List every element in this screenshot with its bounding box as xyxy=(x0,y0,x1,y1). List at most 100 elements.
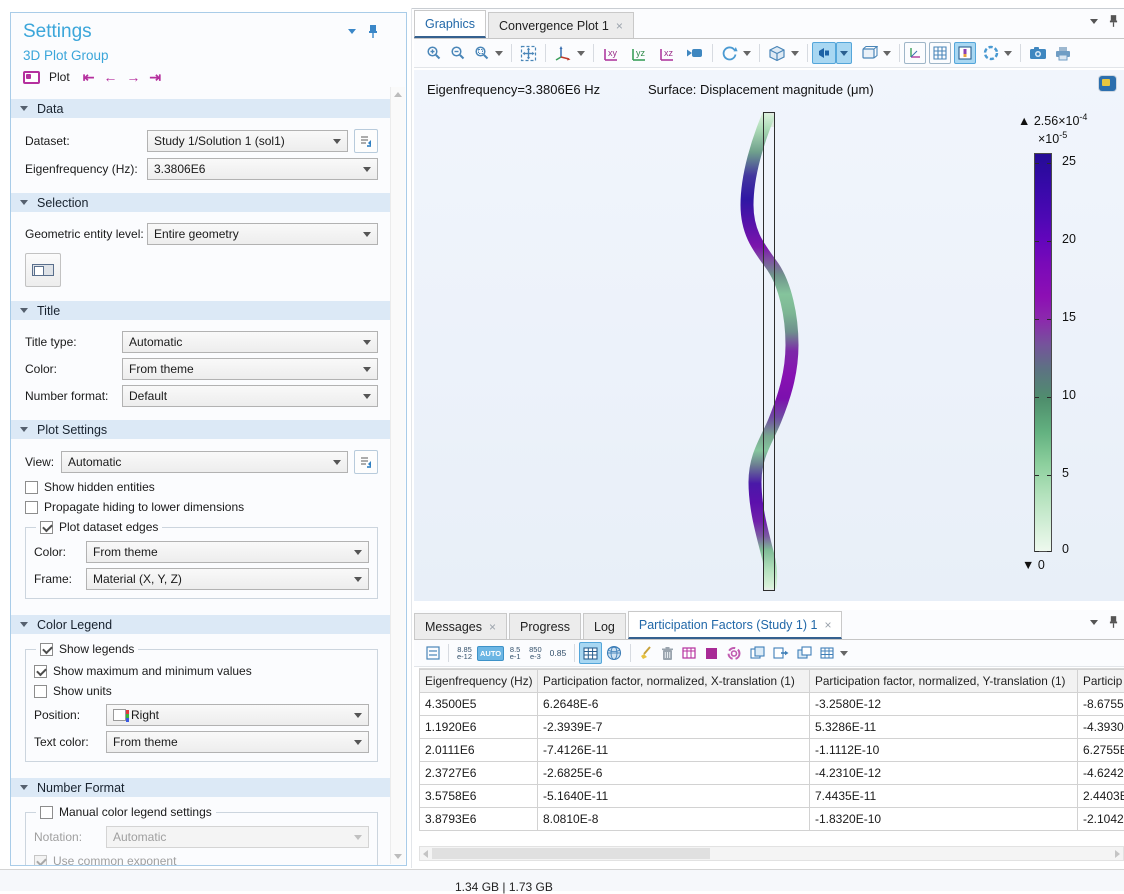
scroll-right-icon[interactable] xyxy=(1115,850,1120,858)
propagate-hiding-checkbox[interactable] xyxy=(25,501,38,514)
duplicate-table-button[interactable] xyxy=(793,642,816,664)
participation-table[interactable]: Eigenfrequency (Hz) Participation factor… xyxy=(419,669,1124,831)
close-icon[interactable]: × xyxy=(616,19,623,33)
view-combobox[interactable]: Automatic xyxy=(61,451,348,473)
previous-eigenfrequency-button[interactable]: ← xyxy=(103,70,117,84)
tab-graphics[interactable]: Graphics xyxy=(414,10,486,38)
full-precision-button[interactable] xyxy=(422,642,444,664)
table-horizontal-scrollbar[interactable] xyxy=(419,846,1124,861)
scroll-down-icon[interactable] xyxy=(394,854,402,859)
title-color-combobox[interactable]: From theme xyxy=(122,358,378,380)
plot-canvas[interactable]: Eigenfrequency=3.3806E6 Hz Surface: Disp… xyxy=(414,70,1124,601)
full-precision-sphere-button[interactable] xyxy=(602,642,626,664)
scientific-notation-button[interactable]: 8.85e-12 xyxy=(453,642,476,664)
col-header-eigenfrequency[interactable]: Eigenfrequency (Hz) xyxy=(420,670,538,693)
table-row[interactable]: 4.3500E56.2648E-6-3.2580E-12-8.6755E xyxy=(420,693,1124,716)
section-header-data[interactable]: Data xyxy=(11,99,390,118)
panel-divider[interactable] xyxy=(411,8,412,868)
view-yz-button[interactable]: yz xyxy=(626,42,654,64)
copy-table-button[interactable] xyxy=(746,642,769,664)
delete-button[interactable] xyxy=(657,642,678,664)
tab-log[interactable]: Log xyxy=(583,613,626,639)
image-snapshot-button[interactable] xyxy=(1025,42,1051,64)
manual-color-legend-checkbox[interactable] xyxy=(40,806,53,819)
frame-combobox[interactable]: Material (X, Y, Z) xyxy=(86,568,369,590)
table-row[interactable]: 3.5758E6-5.1640E-117.4435E-112.4403E- xyxy=(420,785,1124,808)
position-combobox[interactable]: Right xyxy=(106,704,369,726)
zoom-in-button[interactable] xyxy=(422,42,446,64)
close-icon[interactable]: × xyxy=(489,620,496,634)
tab-convergence-plot[interactable]: Convergence Plot 1 × xyxy=(488,12,634,38)
scroll-left-icon[interactable] xyxy=(423,850,428,858)
section-header-color-legend[interactable]: Color Legend xyxy=(11,615,390,634)
col-header-y-translation[interactable]: Participation factor, normalized, Y-tran… xyxy=(810,670,1078,693)
window-menu-chevron-icon[interactable] xyxy=(1090,620,1098,625)
pin-icon[interactable] xyxy=(1109,616,1118,628)
show-units-checkbox[interactable] xyxy=(34,685,47,698)
decimal-notation-button[interactable]: 0.85 xyxy=(546,642,571,664)
plot-group-corner-icon[interactable] xyxy=(1099,76,1116,91)
scrollbar-thumb[interactable] xyxy=(432,848,710,859)
participation-swirl-button[interactable] xyxy=(722,642,746,664)
scene-button[interactable] xyxy=(764,42,803,64)
title-type-combobox[interactable]: Automatic xyxy=(122,331,378,353)
print-button[interactable] xyxy=(1051,42,1075,64)
last-eigenfrequency-button[interactable]: ⇥ xyxy=(149,70,161,84)
view-xy-button[interactable]: xy xyxy=(598,42,626,64)
table-view-button[interactable] xyxy=(579,642,602,664)
compact-notation-button[interactable]: 850e-3 xyxy=(525,642,546,664)
zoom-out-button[interactable] xyxy=(446,42,470,64)
go-to-view-button[interactable] xyxy=(550,42,589,64)
edges-color-combobox[interactable]: From theme xyxy=(86,541,369,563)
scene-light-button[interactable] xyxy=(812,42,836,64)
section-header-plot-settings[interactable]: Plot Settings xyxy=(11,420,390,439)
next-eigenfrequency-button[interactable]: → xyxy=(126,70,140,84)
tab-messages[interactable]: Messages × xyxy=(414,613,507,639)
view-xz-button[interactable]: xz xyxy=(654,42,682,64)
table-options-button[interactable] xyxy=(816,642,852,664)
rotate-button[interactable] xyxy=(717,42,755,64)
show-color-legend-button[interactable] xyxy=(954,42,976,64)
orthographic-projection-button[interactable] xyxy=(682,42,708,64)
notation-combobox[interactable]: Automatic xyxy=(106,826,369,848)
zoom-extents-button[interactable] xyxy=(516,42,541,64)
scroll-up-icon[interactable] xyxy=(394,92,402,97)
table-row[interactable]: 2.0111E6-7.4126E-11-1.1112E-106.2755E- xyxy=(420,739,1124,762)
window-menu-chevron-icon[interactable] xyxy=(348,29,356,34)
pin-icon[interactable] xyxy=(1109,15,1118,27)
activate-selection-button[interactable] xyxy=(25,253,61,287)
environment-reflections-button[interactable] xyxy=(979,42,1016,64)
export-table-button[interactable] xyxy=(769,642,793,664)
zoom-box-button[interactable] xyxy=(470,42,507,64)
tab-participation-factors[interactable]: Participation Factors (Study 1) 1 × xyxy=(628,611,843,639)
show-max-min-checkbox[interactable] xyxy=(34,665,47,678)
window-menu-chevron-icon[interactable] xyxy=(1090,19,1098,24)
pin-icon[interactable] xyxy=(368,25,378,38)
clear-table-button[interactable] xyxy=(635,642,657,664)
section-header-selection[interactable]: Selection xyxy=(11,193,390,212)
show-legends-checkbox[interactable] xyxy=(40,643,53,656)
number-format-combobox[interactable]: Default xyxy=(122,385,378,407)
add-table-button[interactable] xyxy=(678,642,701,664)
show-hidden-entities-checkbox[interactable] xyxy=(25,481,38,494)
first-eigenfrequency-button[interactable]: ⇤ xyxy=(83,70,95,84)
show-grid-button[interactable] xyxy=(929,42,951,64)
table-row[interactable]: 1.1920E6-2.3939E-75.3286E-11-4.3930E xyxy=(420,716,1124,739)
view-settings-button[interactable] xyxy=(856,42,895,64)
engineering-notation-button[interactable]: 8.5e-1 xyxy=(505,642,525,664)
section-header-number-format[interactable]: Number Format xyxy=(11,778,390,797)
section-header-title[interactable]: Title xyxy=(11,301,390,320)
dataset-combobox[interactable]: Study 1/Solution 1 (sol1) xyxy=(147,130,348,152)
go-to-view-source-button[interactable] xyxy=(354,450,378,474)
plot-button[interactable]: Plot xyxy=(49,70,70,84)
table-row[interactable]: 3.8793E68.0810E-8-1.8320E-10-2.1042E xyxy=(420,808,1124,831)
show-axis-button[interactable] xyxy=(904,42,926,64)
col-header-x-translation[interactable]: Participation factor, normalized, X-tran… xyxy=(538,670,810,693)
tab-progress[interactable]: Progress xyxy=(509,613,581,639)
close-icon[interactable]: × xyxy=(824,618,831,632)
use-common-exponent-checkbox[interactable] xyxy=(34,855,47,866)
plot-dataset-edges-checkbox[interactable] xyxy=(40,521,53,534)
eigenfrequency-combobox[interactable]: 3.3806E6 xyxy=(147,158,378,180)
automatic-notation-button[interactable]: AUTO xyxy=(476,642,505,664)
settings-scrollbar[interactable] xyxy=(390,87,405,864)
